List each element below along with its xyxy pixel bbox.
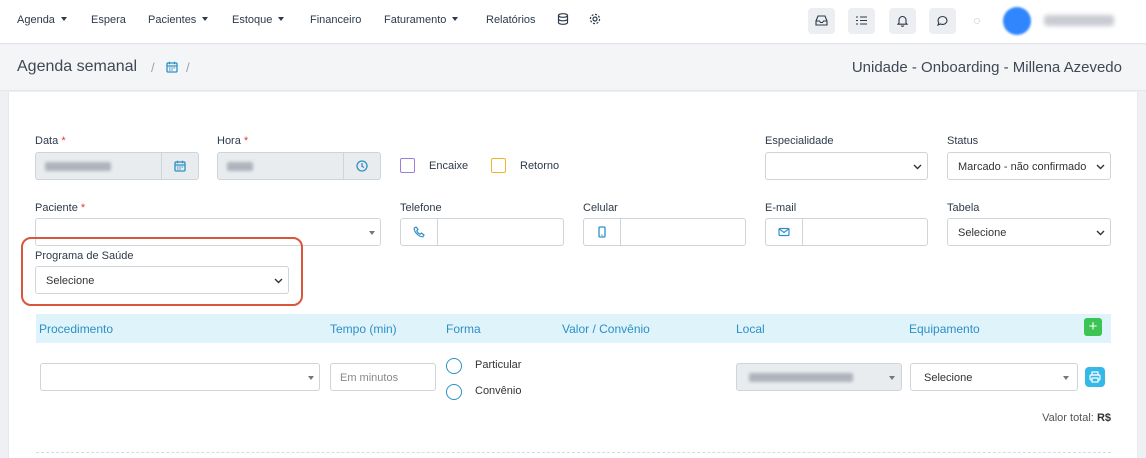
- unit-title: Unidade - Onboarding - Millena Azevedo: [851, 59, 1122, 76]
- nav-relatorios[interactable]: Relatórios: [486, 14, 536, 26]
- chat-icon: [937, 15, 948, 26]
- envelope-icon: [778, 227, 790, 237]
- phone-addon: [401, 219, 438, 245]
- especialidade-select[interactable]: [765, 152, 928, 180]
- clock-addon[interactable]: [343, 153, 380, 179]
- encaixe-label: Encaixe: [429, 160, 469, 172]
- redacted-local-value: [749, 373, 853, 382]
- celular-label: Celular: [583, 202, 618, 214]
- caret-down-icon: [202, 17, 209, 21]
- bell-icon: [896, 15, 909, 27]
- caret-down-icon: [889, 376, 895, 380]
- mobile-addon: [584, 219, 621, 245]
- page-title: Agenda semanal: [17, 58, 138, 75]
- calendar-icon[interactable]: [166, 61, 178, 73]
- breadcrumb: Agenda semanal / / Unidade - Onboarding …: [0, 45, 1146, 91]
- procedures-header: Procedimento Tempo (min) Forma Valor / C…: [36, 314, 1111, 343]
- nav-faturamento[interactable]: Faturamento: [384, 14, 459, 26]
- nav-espera[interactable]: Espera: [91, 14, 126, 26]
- clock-icon: [356, 160, 368, 172]
- print-button[interactable]: [1085, 367, 1105, 387]
- email-field[interactable]: [765, 218, 928, 246]
- tabela-select[interactable]: Selecione: [947, 218, 1111, 246]
- caret-down-icon: [452, 17, 459, 21]
- top-navbar: Agenda Espera Pacientes Estoque Financei…: [0, 0, 1146, 44]
- nav-pacientes[interactable]: Pacientes: [148, 14, 209, 26]
- data-label: Data *: [35, 135, 66, 147]
- inbox-button[interactable]: [808, 8, 835, 34]
- telefone-label: Telefone: [400, 202, 442, 214]
- caret-down-icon: [308, 376, 314, 380]
- caret-down-icon: [60, 17, 67, 21]
- chevron-down-icon: [1096, 164, 1105, 170]
- tempo-input[interactable]: Em minutos: [330, 363, 436, 391]
- forma-convenio-radio[interactable]: [446, 384, 462, 400]
- breadcrumb-separator: /: [186, 60, 190, 75]
- retorno-label: Retorno: [520, 160, 560, 172]
- caret-down-icon: [278, 17, 285, 21]
- caret-down-icon: [1063, 376, 1069, 380]
- valor-total: Valor total: R$: [1042, 412, 1111, 424]
- printer-icon: [1089, 371, 1101, 383]
- caret-down-icon: [369, 231, 375, 235]
- mobile-icon: [598, 226, 606, 238]
- nav-financeiro[interactable]: Financeiro: [310, 14, 361, 26]
- nav-agenda[interactable]: Agenda: [17, 14, 67, 26]
- email-label: E-mail: [765, 202, 797, 214]
- header-equipamento: Equipamento: [909, 322, 980, 336]
- calendar-addon[interactable]: [161, 153, 198, 179]
- user-name-redacted[interactable]: [1044, 15, 1114, 26]
- task-list-icon: [856, 16, 867, 25]
- header-forma: Forma: [446, 322, 481, 336]
- redacted-time-value: [227, 162, 253, 171]
- highlight-annotation: [21, 237, 303, 306]
- status-label: Status: [947, 135, 979, 147]
- phone-icon: [413, 226, 425, 238]
- avatar[interactable]: [1003, 7, 1031, 35]
- chevron-down-icon: [913, 164, 922, 170]
- notifications-button[interactable]: [889, 8, 916, 34]
- calendar-icon: [174, 160, 186, 172]
- forma-convenio-label: Convênio: [475, 385, 522, 397]
- nav-estoque[interactable]: Estoque: [232, 14, 285, 26]
- status-select[interactable]: Marcado - não confirmado: [947, 152, 1111, 180]
- forma-particular-label: Particular: [475, 359, 522, 371]
- header-tempo: Tempo (min): [330, 322, 397, 336]
- status-dot: [974, 18, 980, 24]
- header-local: Local: [736, 322, 765, 336]
- forma-particular-radio[interactable]: [446, 358, 462, 374]
- database-icon[interactable]: [557, 13, 569, 25]
- settings-icon[interactable]: [589, 13, 601, 25]
- breadcrumb-separator: /: [151, 60, 155, 75]
- header-procedimento: Procedimento: [39, 322, 114, 336]
- paciente-label: Paciente *: [35, 202, 86, 214]
- add-procedure-button[interactable]: +: [1084, 318, 1102, 336]
- local-select[interactable]: [736, 363, 902, 391]
- chevron-down-icon: [1096, 230, 1105, 236]
- telefone-field[interactable]: [400, 218, 564, 246]
- especialidade-label: Especialidade: [765, 135, 834, 147]
- tabela-label: Tabela: [947, 202, 980, 214]
- equipamento-select[interactable]: Selecione: [910, 363, 1078, 391]
- inbox-icon: [815, 15, 828, 26]
- redacted-date-value: [45, 162, 111, 171]
- procedimento-select[interactable]: [40, 363, 320, 391]
- encaixe-checkbox[interactable]: [400, 158, 415, 173]
- celular-field[interactable]: [583, 218, 746, 246]
- header-valor-convenio: Valor / Convênio: [562, 322, 650, 336]
- hora-field[interactable]: [217, 152, 381, 180]
- hora-label: Hora *: [217, 135, 249, 147]
- task-list-button[interactable]: [848, 8, 875, 34]
- chat-button[interactable]: [929, 8, 956, 34]
- section-divider: [36, 452, 1111, 453]
- data-field[interactable]: [35, 152, 199, 180]
- envelope-addon: [766, 219, 803, 245]
- retorno-checkbox[interactable]: [491, 158, 506, 173]
